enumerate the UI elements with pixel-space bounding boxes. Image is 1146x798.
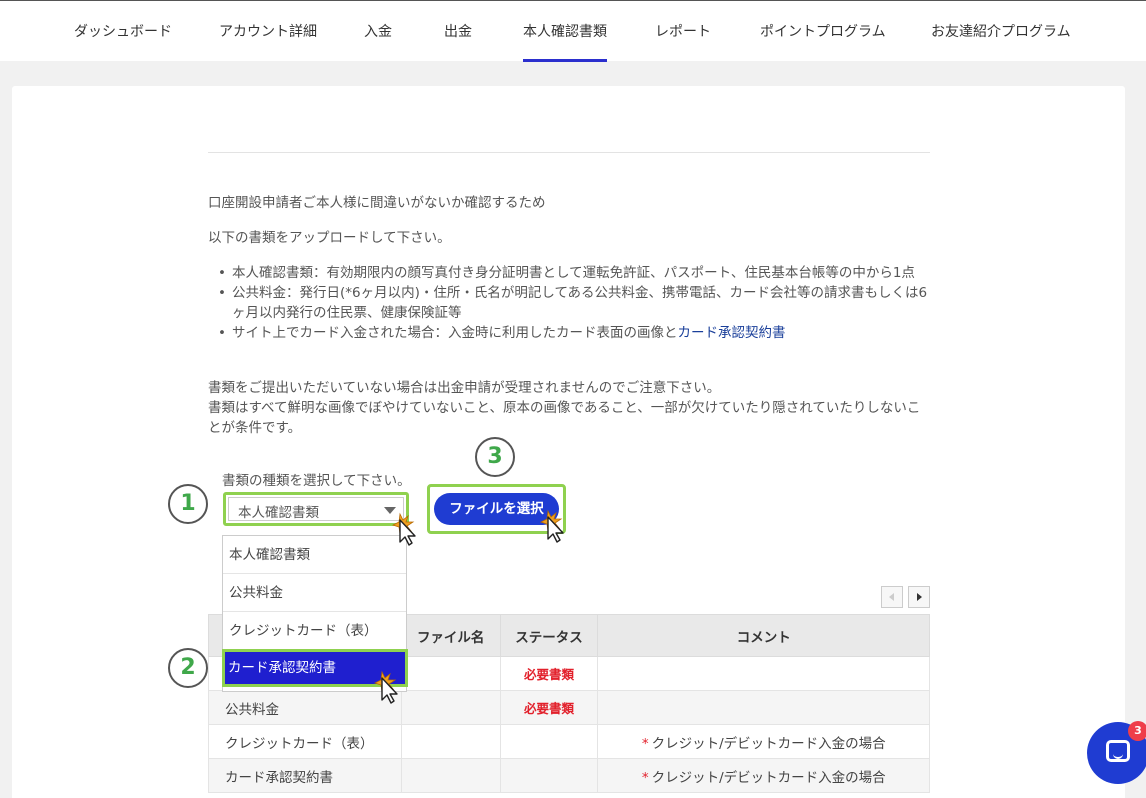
requirement-item: サイト上でカード入金された場合：入金時に利用したカード表面の画像とカード承認契約… xyxy=(214,323,934,343)
step-3-marker: 3 xyxy=(475,437,515,477)
status-badge: 必要書類 xyxy=(499,690,599,725)
tab-reports[interactable]: レポート xyxy=(655,1,711,62)
table-row: 公共料金 必要書類 xyxy=(208,690,930,725)
required-mark: * xyxy=(641,735,649,752)
cursor-click-icon xyxy=(391,512,416,546)
divider xyxy=(208,152,930,153)
header-comment: コメント xyxy=(597,614,930,657)
requirement-item: 本人確認書類：有効期限内の顔写真付き身分証明書として運転免許証、パスポート、住民… xyxy=(214,263,934,283)
tab-deposit[interactable]: 入金 xyxy=(364,1,392,62)
row-comment xyxy=(597,690,930,725)
scroll-left-button[interactable] xyxy=(881,586,903,608)
status-badge xyxy=(499,758,599,793)
chat-icon xyxy=(1106,740,1130,762)
row-file xyxy=(400,690,501,725)
notice-line-2: 書類はすべて鮮明な画像でぼやけていないこと、原本の画像であること、一部が欠けてい… xyxy=(208,400,921,436)
dropdown-option[interactable]: 本人確認書類 xyxy=(223,536,406,574)
tab-dashboard[interactable]: ダッシュボード xyxy=(74,1,172,62)
required-mark: * xyxy=(641,769,649,786)
cursor-click-icon xyxy=(539,509,564,543)
header-status: ステータス xyxy=(499,614,599,657)
dropdown-option[interactable]: 公共料金 xyxy=(223,574,406,612)
intro-line-1: 口座開設申請者ご本人様に間違いがないか確認するため xyxy=(208,195,546,211)
row-document: クレジットカード（表） xyxy=(208,724,402,759)
notice-line-1: 書類をご提出いただいていない場合は出金申請が受理されませんのでご注意下さい。 xyxy=(208,380,721,396)
intro-line-2: 以下の書類をアップロードして下さい。 xyxy=(208,230,451,246)
dropdown-option[interactable]: クレジットカード（表） xyxy=(223,612,406,650)
top-navigation: ダッシュボード アカウント詳細 入金 出金 本人確認書類 レポート ポイントプロ… xyxy=(0,0,1146,62)
document-type-label: 書類の種類を選択して下さい。 xyxy=(222,473,411,489)
arrow-left-icon xyxy=(889,593,894,601)
tab-account-details[interactable]: アカウント詳細 xyxy=(219,1,317,62)
row-comment xyxy=(597,656,930,691)
arrow-right-icon xyxy=(917,593,922,601)
requirement-item: 公共料金：発行日(*6ヶ月以内)・住所・氏名が明記してある公共料金、携帯電話、カ… xyxy=(214,283,934,323)
tab-withdrawal[interactable]: 出金 xyxy=(444,1,472,62)
requirements-list: 本人確認書類：有効期限内の顔写真付き身分証明書として運転免許証、パスポート、住民… xyxy=(214,263,934,343)
cursor-click-icon xyxy=(373,670,398,704)
tab-referral-program[interactable]: お友達紹介プログラム xyxy=(931,1,1071,62)
notice-text: 書類をご提出いただいていない場合は出金申請が受理されませんのでご注意下さい。 書… xyxy=(208,378,930,438)
status-badge: 必要書類 xyxy=(499,656,599,691)
document-type-select[interactable]: 本人確認書類 xyxy=(223,492,409,526)
table-row: カード承認契約書 * クレジット/デビットカード入金の場合 xyxy=(208,758,930,793)
select-value: 本人確認書類 xyxy=(238,505,319,521)
status-badge xyxy=(499,724,599,759)
header-file-name: ファイル名 xyxy=(400,614,501,657)
notification-badge: 3 xyxy=(1128,721,1146,741)
card-agreement-link[interactable]: カード承認契約書 xyxy=(678,325,786,341)
step-2-marker: 2 xyxy=(168,648,208,688)
row-file xyxy=(400,656,501,691)
scroll-right-button[interactable] xyxy=(908,586,930,608)
tab-identity-documents[interactable]: 本人確認書類 xyxy=(523,1,607,62)
row-file xyxy=(400,758,501,793)
table-row: クレジットカード（表） * クレジット/デビットカード入金の場合 xyxy=(208,724,930,759)
tab-point-program[interactable]: ポイントプログラム xyxy=(760,1,886,62)
row-document: カード承認契約書 xyxy=(208,758,402,793)
row-comment: * クレジット/デビットカード入金の場合 xyxy=(597,758,930,793)
row-file xyxy=(400,724,501,759)
row-comment: * クレジット/デビットカード入金の場合 xyxy=(597,724,930,759)
step-1-marker: 1 xyxy=(168,484,208,524)
